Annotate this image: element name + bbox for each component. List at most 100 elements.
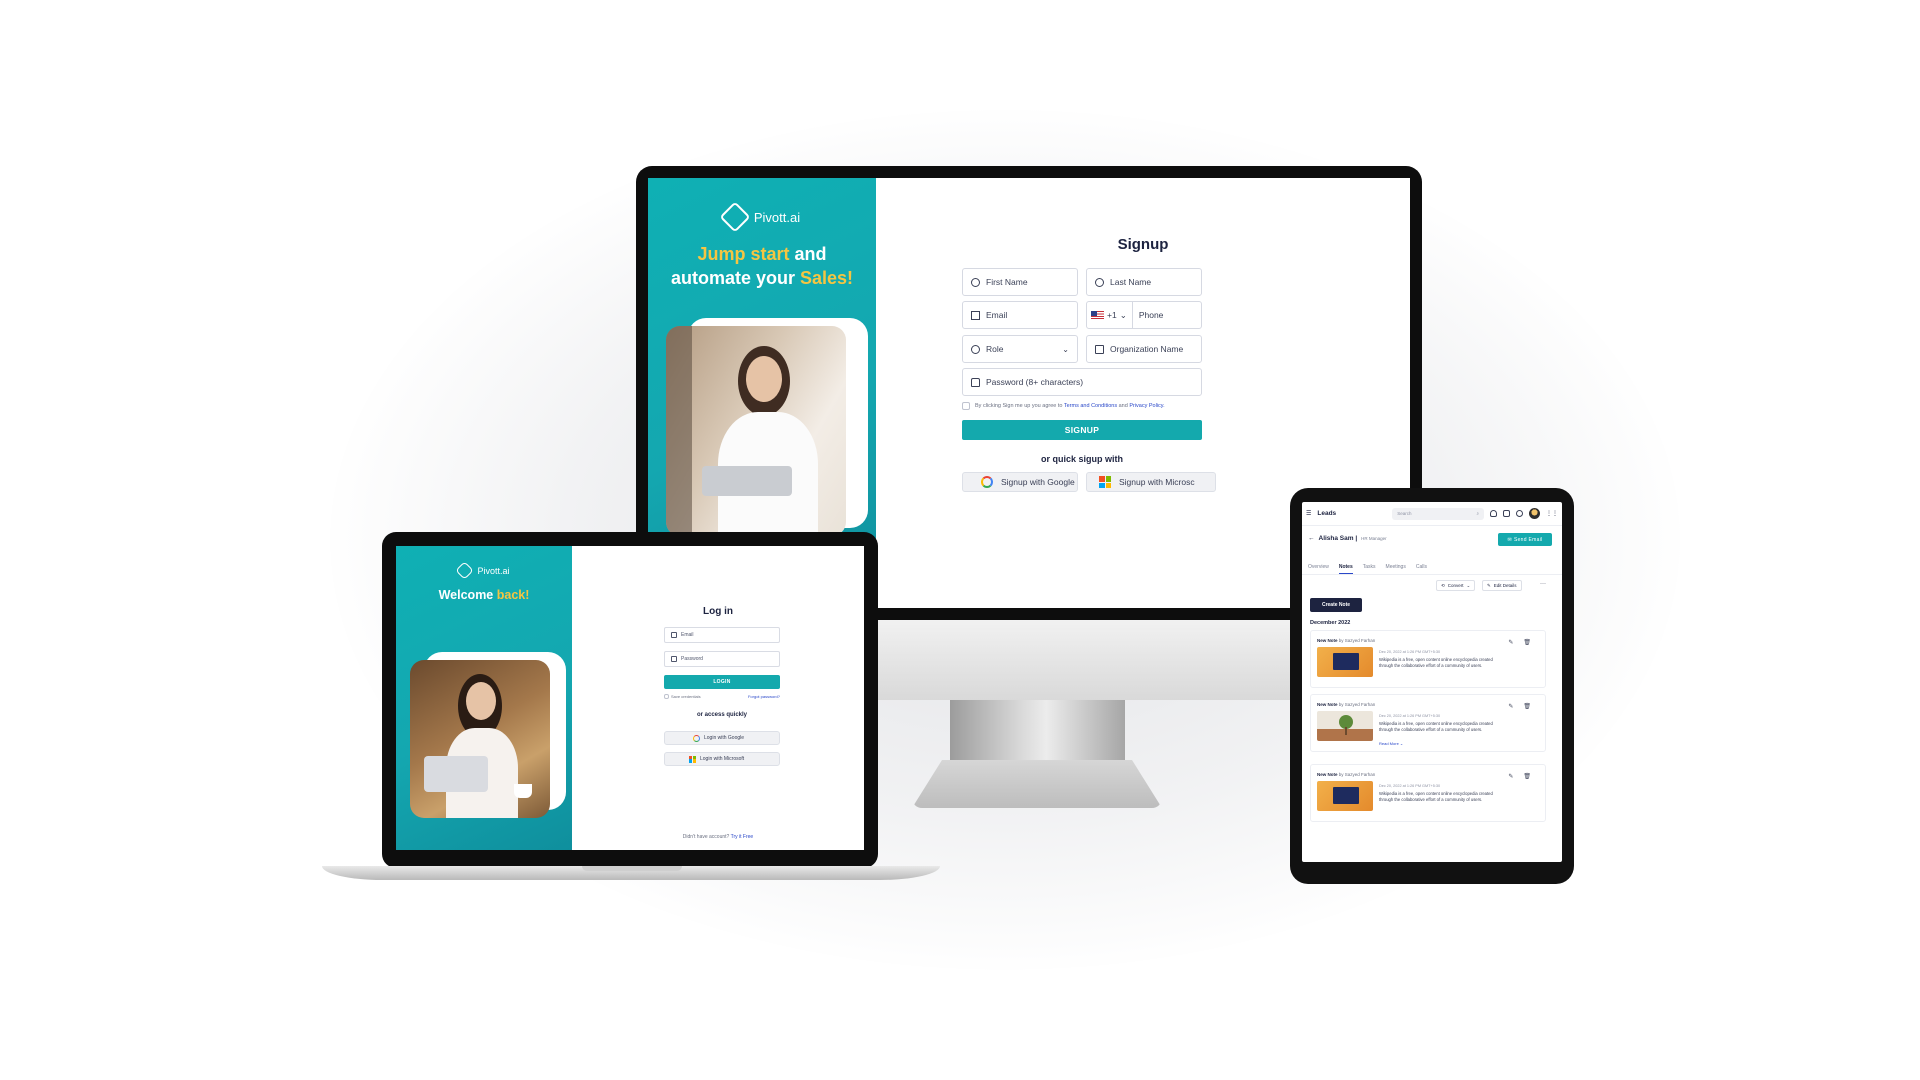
back-arrow-icon[interactable]: ← [1308,535,1315,542]
edit-icon[interactable]: ✎ [1508,703,1513,710]
send-email-button[interactable]: ✉ Send Email [1498,533,1552,546]
terms-link[interactable]: Terms and Conditions [1064,403,1117,409]
country-code: +1 [1107,310,1117,320]
menu-icon[interactable]: ☰ [1306,510,1311,517]
last-name-field[interactable]: Last Name [1086,268,1202,296]
top-bar: ☰ Leads Search ⌕ ⋮⋮ [1302,502,1562,526]
tab-overview[interactable]: Overview [1308,564,1329,574]
brand-name: Pivott.ai [753,209,801,225]
field-placeholder: Password (8+ characters) [986,377,1084,387]
lock-icon [971,377,980,387]
save-credentials-checkbox[interactable] [664,694,669,699]
user-icon [971,277,980,287]
email-field[interactable]: Email [962,301,1078,329]
note-card[interactable]: New Note by Sazyed Farhan Dec 20, 2022 a… [1310,630,1546,688]
email-field[interactable]: Email [664,627,780,643]
lead-role: HR Manager [1361,536,1387,541]
button-label: Send Email [1513,536,1543,543]
phone-field[interactable]: +1 ⌄ Phone [1086,301,1202,329]
brand-logo: Pivott.ai [648,201,876,233]
button-label: Signup with Microsc [1119,477,1195,487]
chevron-down-icon: ⌄ [1466,582,1471,588]
edit-details-button[interactable]: ✎ Edit Details [1482,580,1522,591]
save-credentials[interactable]: Save credentials [664,694,701,699]
terms-text: By clicking Sign me up you agree to Term… [975,403,1165,409]
gear-icon[interactable] [1516,510,1523,517]
note-thumbnail [1317,647,1373,677]
create-note-button[interactable]: Create Note [1310,598,1362,612]
lead-name: Alisha Sam | [1318,535,1358,542]
lead-header: ← Alisha Sam | HR Manager [1308,535,1387,542]
monitor-stand-base [912,760,1162,808]
privacy-link[interactable]: Privacy Policy. [1129,403,1164,409]
search-icon: ⌕ [1476,511,1480,516]
us-flag-icon [1091,311,1104,319]
chevron-down-icon: ⌄ [1062,344,1069,354]
field-placeholder: Role [986,344,1004,354]
avatar[interactable] [1529,508,1540,519]
field-placeholder: First Name [986,277,1028,287]
note-thumbnail [1317,711,1373,741]
role-select[interactable]: Role ⌄ [962,335,1078,363]
mail-icon [671,632,677,638]
try-free-link[interactable]: Try it Free [731,834,754,840]
note-title: New Note by Sazyed Farhan [1317,702,1376,707]
hero-photo [666,326,846,536]
forgot-password-link[interactable]: Forgot password? [748,694,780,699]
note-date: Dec 20, 2022 at 1:26 PM GMT+5:30 [1379,650,1441,654]
button-label: Login with Microsoft [700,756,745,762]
hero-text-highlight: Jump start [697,244,790,264]
chevron-down-icon: ⌄ [1119,309,1127,320]
login-title: Log in [703,606,733,617]
login-form: Log in Email Password LOGIN Save credent… [572,546,864,850]
signup-microsoft-button[interactable]: Signup with Microsc [1086,472,1216,492]
tab-tasks[interactable]: Tasks [1363,564,1376,574]
more-options-icon[interactable]: ··· [1540,581,1546,587]
note-text: Wikipedia is a free, open content online… [1379,721,1493,732]
calendar-icon[interactable] [1503,510,1511,517]
tab-notes[interactable]: Notes [1338,564,1353,574]
microsoft-icon [1099,476,1111,488]
signup-google-button[interactable]: Signup with Google [962,472,1078,492]
hero-text-highlight: back! [496,588,530,602]
convert-icon: ⟲ [1441,582,1445,588]
apps-grid-icon[interactable]: ⋮⋮ [1546,510,1558,517]
bell-icon[interactable] [1490,510,1498,517]
note-text: Wikipedia is a free, open content online… [1379,791,1493,802]
note-title: New Note by Sazyed Farhan [1317,772,1376,777]
convert-button[interactable]: ⟲ Convert ⌄ [1436,580,1476,591]
search-input[interactable]: Search ⌕ [1392,507,1485,520]
monitor-stand-neck [950,700,1125,760]
mail-icon [971,310,980,320]
brand-name: Pivott.ai [477,565,510,576]
tab-calls[interactable]: Calls [1416,564,1427,574]
login-google-button[interactable]: Login with Google [664,731,780,745]
edit-icon[interactable]: ✎ [1508,639,1513,646]
country-code-select[interactable]: +1 ⌄ [1091,302,1133,328]
first-name-field[interactable]: First Name [962,268,1078,296]
terms-checkbox[interactable] [962,402,970,410]
note-card[interactable]: New Note by Sazyed Farhan Dec 20, 2022 a… [1310,764,1546,822]
trash-icon[interactable]: 🗑 [1523,773,1531,780]
edit-icon[interactable]: ✎ [1508,773,1513,780]
laptop-base [322,866,940,880]
quick-access-label: or access quickly [696,712,748,718]
read-more-link[interactable]: Read More ⌄ [1379,741,1403,746]
password-field[interactable]: Password [664,651,780,667]
mail-icon: ✉ [1507,536,1512,543]
hero-text: automate your [670,268,800,289]
trash-icon[interactable]: 🗑 [1523,639,1531,646]
login-options-row: Save credentials Forgot password? [664,694,780,699]
login-microsoft-button[interactable]: Login with Microsoft [664,752,780,766]
trash-icon[interactable]: 🗑 [1523,703,1531,710]
password-field[interactable]: Password (8+ characters) [962,368,1202,396]
terms-row: By clicking Sign me up you agree to Term… [962,402,1165,410]
login-button[interactable]: LOGIN [664,675,780,689]
signup-button[interactable]: SIGNUP [962,420,1202,440]
organization-field[interactable]: Organization Name [1086,335,1202,363]
login-hero-panel: Pivott.ai Welcome back! [396,546,572,850]
login-screen: Pivott.ai Welcome back! Log in Email Pas… [396,546,864,850]
hero-text: Welcome [438,588,497,602]
tab-meetings[interactable]: Meetings [1386,564,1406,574]
note-card[interactable]: New Note by Sazyed Farhan Dec 20, 2022 a… [1310,694,1546,752]
